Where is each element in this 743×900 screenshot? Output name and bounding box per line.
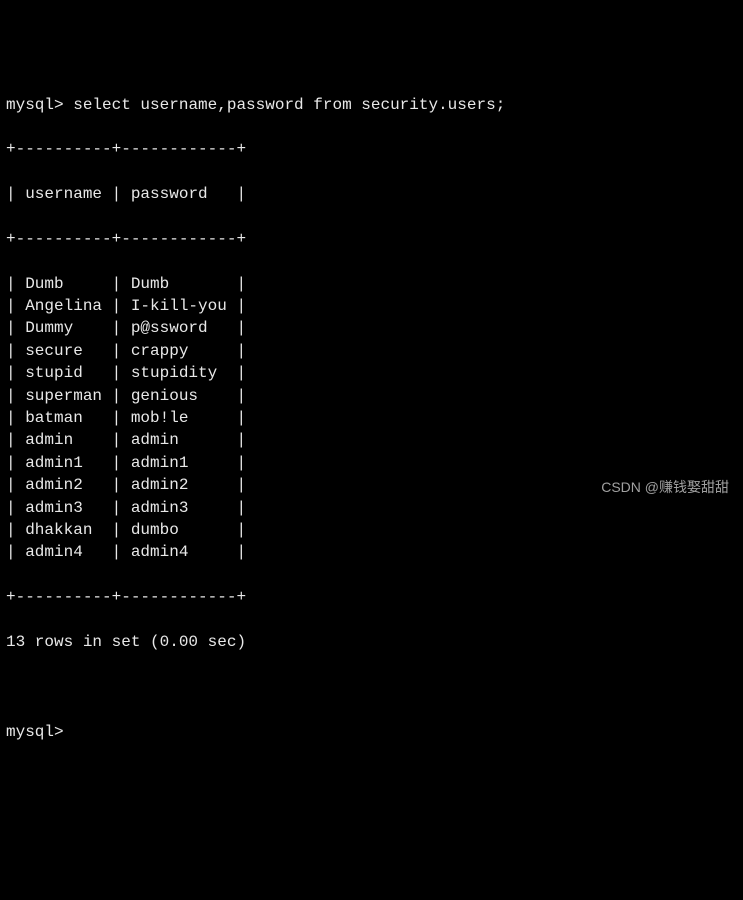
table-row: | admin4 | admin4 | bbox=[6, 541, 737, 563]
table-row: | dhakkan | dumbo | bbox=[6, 519, 737, 541]
query-line: mysql> select username,password from sec… bbox=[6, 94, 737, 116]
table-row: | Dummy | p@ssword | bbox=[6, 317, 737, 339]
table-body: | Dumb | Dumb || Angelina | I-kill-you |… bbox=[6, 273, 737, 564]
next-prompt[interactable]: mysql> bbox=[6, 721, 737, 743]
table-row: | stupid | stupidity | bbox=[6, 362, 737, 384]
sql-query: select username,password from security.u… bbox=[73, 96, 505, 114]
table-row: | secure | crappy | bbox=[6, 340, 737, 362]
mysql-prompt: mysql> bbox=[6, 96, 73, 114]
watermark-text: CSDN @赚钱娶甜甜 bbox=[601, 478, 729, 498]
table-row: | superman | genious | bbox=[6, 385, 737, 407]
table-divider-mid: +----------+------------+ bbox=[6, 228, 737, 250]
table-divider-top: +----------+------------+ bbox=[6, 138, 737, 160]
table-divider-bottom: +----------+------------+ bbox=[6, 586, 737, 608]
table-header: | username | password | bbox=[6, 183, 737, 205]
blank-line bbox=[6, 676, 737, 698]
header-cell-password: | password | bbox=[112, 185, 246, 203]
table-row: | admin1 | admin1 | bbox=[6, 452, 737, 474]
table-row: | batman | mob!le | bbox=[6, 407, 737, 429]
table-row: | admin | admin | bbox=[6, 429, 737, 451]
table-row: | Angelina | I-kill-you | bbox=[6, 295, 737, 317]
header-cell-username: | username bbox=[6, 185, 112, 203]
result-summary: 13 rows in set (0.00 sec) bbox=[6, 631, 737, 653]
table-row: | Dumb | Dumb | bbox=[6, 273, 737, 295]
